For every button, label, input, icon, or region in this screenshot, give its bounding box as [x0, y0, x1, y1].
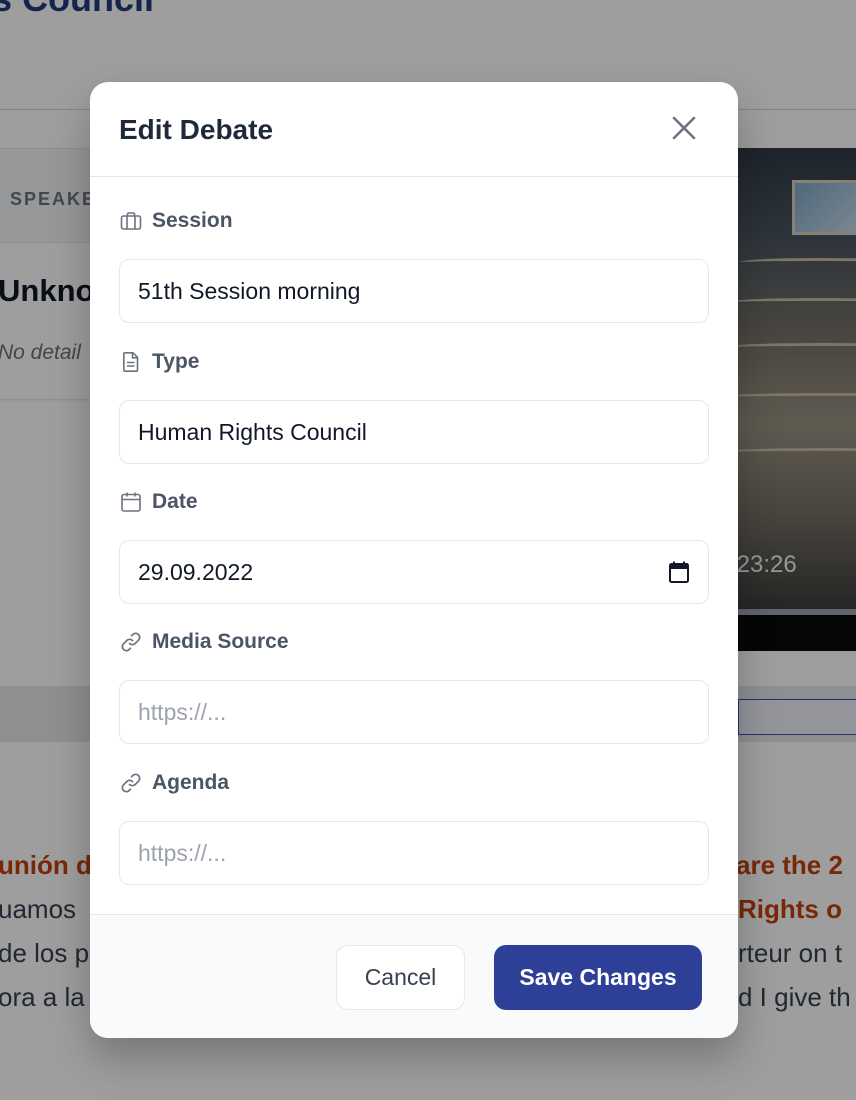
session-input-wrapper — [119, 259, 709, 323]
briefcase-icon — [120, 212, 142, 230]
cancel-button[interactable]: Cancel — [336, 945, 465, 1010]
type-label: Type — [119, 350, 199, 374]
agenda-label-text: Agenda — [152, 771, 230, 794]
type-input[interactable] — [138, 418, 690, 446]
date-label-text: Date — [152, 490, 198, 513]
date-value: 29.09.2022 — [138, 558, 254, 585]
calendar-picker-icon[interactable] — [668, 560, 690, 584]
link-icon — [121, 632, 141, 652]
close-icon — [672, 116, 696, 140]
agenda-label: Agenda — [119, 771, 229, 795]
type-input-wrapper — [119, 400, 709, 464]
media-source-input[interactable] — [138, 698, 690, 726]
media-source-input-wrapper — [119, 680, 709, 744]
edit-debate-modal: Edit Debate Session Type — [90, 82, 738, 1038]
media-source-label-text: Media Source — [152, 630, 289, 653]
session-label: Session — [119, 209, 233, 233]
modal-header: Edit Debate — [90, 82, 738, 177]
close-button[interactable] — [666, 110, 702, 146]
session-input[interactable] — [138, 277, 690, 305]
save-changes-button[interactable]: Save Changes — [494, 945, 702, 1010]
document-icon — [123, 352, 139, 372]
modal-footer: Cancel Save Changes — [90, 914, 738, 1038]
type-label-text: Type — [152, 350, 200, 373]
modal-title: Edit Debate — [119, 114, 274, 145]
session-label-text: Session — [152, 209, 233, 232]
date-input[interactable]: 29.09.2022 — [119, 540, 709, 604]
calendar-icon — [121, 492, 141, 512]
date-label: Date — [119, 490, 198, 514]
agenda-input[interactable] — [138, 839, 690, 867]
link-icon — [121, 773, 141, 793]
agenda-input-wrapper — [119, 821, 709, 885]
media-source-label: Media Source — [119, 630, 289, 654]
